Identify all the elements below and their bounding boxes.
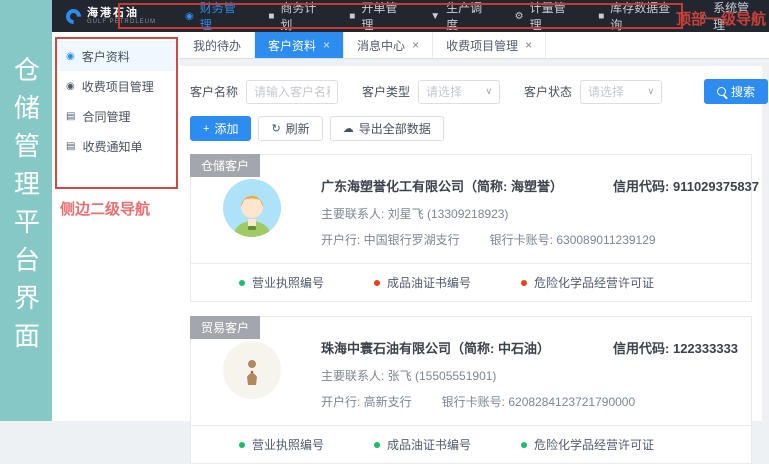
dispatch-pin-icon: ▼	[430, 11, 440, 22]
nav-item-metering[interactable]: ⚙ 计量管理	[502, 0, 586, 32]
app-logo: 海港石油 GULF PETROLEUM	[66, 7, 162, 26]
credit-code: 信用代码: 911029375837	[613, 176, 759, 195]
sidebar-item-contracts[interactable]: ▤ 合同管理	[52, 101, 180, 131]
sidebar-annotation-label: 侧边二级导航	[60, 198, 150, 219]
export-all-button[interactable]: ☁ 导出全部数据	[330, 116, 444, 141]
contact-line: 主要联系人: 刘星飞 (13309218923)	[321, 205, 589, 222]
action-button-row: + 添加 ↻ 刷新 ☁ 导出全部数据	[180, 116, 762, 154]
close-icon[interactable]: ×	[323, 38, 330, 52]
bank-line: 开户行: 中国银行罗湖支行	[321, 231, 460, 248]
topbar: 海港石油 GULF PETROLEUM ◉ 财务管理 ■ 商务计划 ■ 开单管理…	[52, 0, 769, 32]
company-name: 珠海中寰石油有限公司（简称: 中石油）	[321, 338, 589, 357]
status-dot-icon	[374, 442, 380, 448]
search-button[interactable]: 搜索	[704, 79, 768, 104]
account-line: 银行卡账号: 630089011239129	[490, 231, 656, 248]
finance-icon: ◉	[185, 11, 194, 22]
sidebar-item-fee-notice[interactable]: ▤ 收费通知单	[52, 131, 180, 161]
fee-item-icon: ◉	[66, 81, 75, 92]
close-icon[interactable]: ×	[412, 38, 419, 52]
customer-profile-icon: ◉	[66, 51, 75, 62]
status-dot-icon	[239, 442, 245, 448]
customer-status-label: 客户状态	[524, 83, 572, 100]
billing-icon: ■	[349, 11, 355, 22]
customer-status-select[interactable]: 请选择 ∨	[580, 80, 662, 104]
customer-card-warehouse: 仓储客户 广东海塑誉化工有限公司（简称: 海塑誉） 主要联系人: 刘星飞 (13…	[190, 154, 752, 302]
customer-type-label: 客户类型	[362, 83, 410, 100]
nav-item-business-plan[interactable]: ■ 商务计划	[255, 0, 336, 32]
status-dot-icon	[239, 280, 245, 286]
bank-line: 开户行: 高新支行	[321, 393, 412, 410]
certificate-links: 营业执照编号 成品油证书编号 危险化学品经营许可证	[191, 263, 751, 301]
inventory-query-icon: ■	[598, 11, 604, 22]
sidebar-item-customer-profile[interactable]: ◉ 客户资料	[52, 41, 180, 71]
account-line: 银行卡账号: 6208284123721790000	[442, 393, 635, 410]
tab-message-center[interactable]: 消息中心 ×	[344, 32, 433, 58]
avatar	[223, 341, 281, 399]
company-name: 广东海塑誉化工有限公司（简称: 海塑誉）	[321, 176, 589, 195]
customer-card-trade: 贸易客户 珠海中寰石油有限公司（简称: 中石油） 主要联系人: 张飞 (1550…	[190, 316, 752, 464]
avatar	[223, 179, 281, 237]
logo-title: 海港石油	[87, 7, 156, 19]
refresh-icon: ↻	[271, 122, 280, 135]
vertical-banner: 仓储管理平台界面	[0, 0, 52, 421]
nav-item-dispatch[interactable]: ▼ 生产调度	[417, 0, 501, 32]
customer-type-badge: 贸易客户	[190, 316, 260, 339]
tab-fee-items[interactable]: 收费项目管理 ×	[433, 32, 546, 58]
logo-g-icon	[63, 5, 84, 26]
contract-icon: ▤	[66, 111, 75, 122]
status-dot-icon	[521, 442, 527, 448]
metering-gear-icon: ⚙	[515, 11, 524, 22]
business-license-link[interactable]: 营业执照编号	[239, 436, 324, 453]
hazardous-chem-license-link[interactable]: 危险化学品经营许可证	[521, 274, 654, 291]
sidebar: ◉ 客户资料 ◉ 收费项目管理 ▤ 合同管理 ▤ 收费通知单	[52, 32, 180, 421]
add-button[interactable]: + 添加	[190, 116, 251, 141]
customer-type-badge: 仓储客户	[190, 154, 260, 177]
contact-line: 主要联系人: 张飞 (15505551901)	[321, 367, 589, 384]
customer-name-input[interactable]	[246, 80, 338, 104]
chevron-down-icon: ∨	[647, 86, 654, 97]
status-dot-icon	[521, 280, 527, 286]
nav-item-billing[interactable]: ■ 开单管理	[336, 0, 417, 32]
tab-customer-profile[interactable]: 客户资料 ×	[255, 32, 344, 58]
main-panel: 客户名称 客户类型 请选择 ∨ 客户状态 请选择 ∨ 搜索 重置 +	[180, 66, 762, 421]
cloud-export-icon: ☁	[343, 122, 354, 135]
hazardous-chem-license-link[interactable]: 危险化学品经营许可证	[521, 436, 654, 453]
refined-oil-cert-link[interactable]: 成品油证书编号	[374, 436, 471, 453]
refined-oil-cert-link[interactable]: 成品油证书编号	[374, 274, 471, 291]
credit-code: 信用代码: 122333333	[613, 338, 738, 357]
tab-bar: 我的待办 客户资料 × 消息中心 × 收费项目管理 ×	[180, 32, 769, 59]
business-license-link[interactable]: 营业执照编号	[239, 274, 324, 291]
filter-row: 客户名称 客户类型 请选择 ∨ 客户状态 请选择 ∨ 搜索 重置	[180, 66, 762, 116]
tab-my-todo[interactable]: 我的待办	[180, 32, 255, 58]
customer-type-select[interactable]: 请选择 ∨	[418, 80, 500, 104]
logo-subtitle: GULF PETROLEUM	[87, 19, 156, 26]
banner-title: 仓储管理平台界面	[8, 56, 45, 421]
plus-icon: +	[203, 123, 209, 135]
search-icon	[717, 87, 726, 96]
nav-item-finance[interactable]: ◉ 财务管理	[172, 0, 255, 32]
refresh-button[interactable]: ↻ 刷新	[258, 116, 322, 141]
sidebar-item-fee-items[interactable]: ◉ 收费项目管理	[52, 71, 180, 101]
close-icon[interactable]: ×	[525, 38, 532, 52]
customer-name-label: 客户名称	[190, 83, 238, 100]
fee-notice-icon: ▤	[66, 141, 75, 152]
status-dot-icon	[374, 280, 380, 286]
top-nav-annotation-label: 顶部一级导航	[676, 8, 766, 29]
certificate-links: 营业执照编号 成品油证书编号 危险化学品经营许可证	[191, 425, 751, 463]
business-plan-icon: ■	[268, 11, 274, 22]
chevron-down-icon: ∨	[485, 86, 492, 97]
nav-item-inventory-query[interactable]: ■ 库存数据查询	[585, 0, 688, 32]
